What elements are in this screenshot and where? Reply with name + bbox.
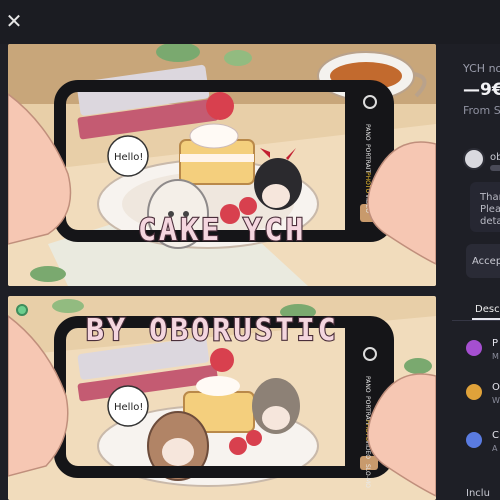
selected-check-icon [16, 304, 28, 316]
feature-title-1: P [492, 338, 499, 349]
gallery-image-1[interactable]: PANO PORTRAIT PHOTO VIDEO Hello! CAKE YC… [8, 44, 436, 286]
camera-mode-pano-2: PANO [364, 376, 371, 393]
seller-badge [490, 165, 500, 171]
speech-bubble-2: Hello! [107, 385, 149, 427]
feature-icon-1 [466, 340, 482, 356]
feature-title-3: C [492, 430, 499, 441]
cake-illustration-1: PANO PORTRAIT PHOTO VIDEO Hello! CAKE YC… [8, 44, 436, 286]
seller-message-line-2: Pleas [480, 204, 500, 215]
tab-divider [452, 320, 500, 321]
feature-sub-1: M [492, 352, 499, 361]
accept-button-label: Accep [472, 256, 500, 267]
app-root: ✕ PANO PORTRAIT PHOTO Hello! CAKE YCH PA… [0, 0, 500, 500]
avatar[interactable] [463, 148, 485, 170]
cake-illustration-2: PANO PORTRAIT PHOTO VIDEO SLO-MO Hello! … [8, 296, 436, 500]
includes-label: Inclu [466, 488, 490, 499]
seller-username[interactable]: ob [490, 152, 500, 163]
close-icon[interactable]: ✕ [3, 10, 25, 32]
speech-bubble-1: Hello! [107, 135, 149, 177]
feature-icon-2 [466, 384, 482, 400]
camera-mode-pano: PANO [364, 124, 371, 141]
tab-active-indicator [472, 318, 500, 320]
gallery-image-2[interactable]: PANO PORTRAIT PHOTO VIDEO SLO-MO Hello! … [8, 296, 436, 500]
svg-text:Hello!: Hello! [114, 152, 143, 163]
listing-price: —9€ [463, 80, 500, 100]
svg-text:Hello!: Hello! [114, 402, 143, 413]
feature-sub-2: W [492, 396, 500, 405]
camera-mode-portrait: PORTRAIT [364, 144, 371, 174]
tab-description[interactable]: Descri [475, 304, 500, 315]
watermark-cake-ych: CAKE YCH [138, 213, 307, 248]
seller-message-line-1: Than [480, 192, 500, 203]
seller-message-line-3: detai [480, 216, 500, 227]
character-grey-hair [252, 378, 300, 434]
feature-sub-3: A [492, 444, 498, 453]
watermark-by-oborustic: BY OBORUSTIC [86, 313, 339, 348]
feature-title-2: O [492, 382, 500, 393]
listing-title: YCH no [463, 62, 500, 75]
price-from-label: From S [463, 104, 500, 117]
feature-icon-3 [466, 432, 482, 448]
details-sidebar: YCH no —9€ From S ob Than Pleas detai Ac… [452, 44, 500, 500]
image-gallery: PANO PORTRAIT PHOTO VIDEO Hello! CAKE YC… [8, 44, 436, 500]
top-bar: ✕ [0, 0, 500, 44]
camera-mode-slomo-2: SLO-MO [364, 464, 371, 488]
